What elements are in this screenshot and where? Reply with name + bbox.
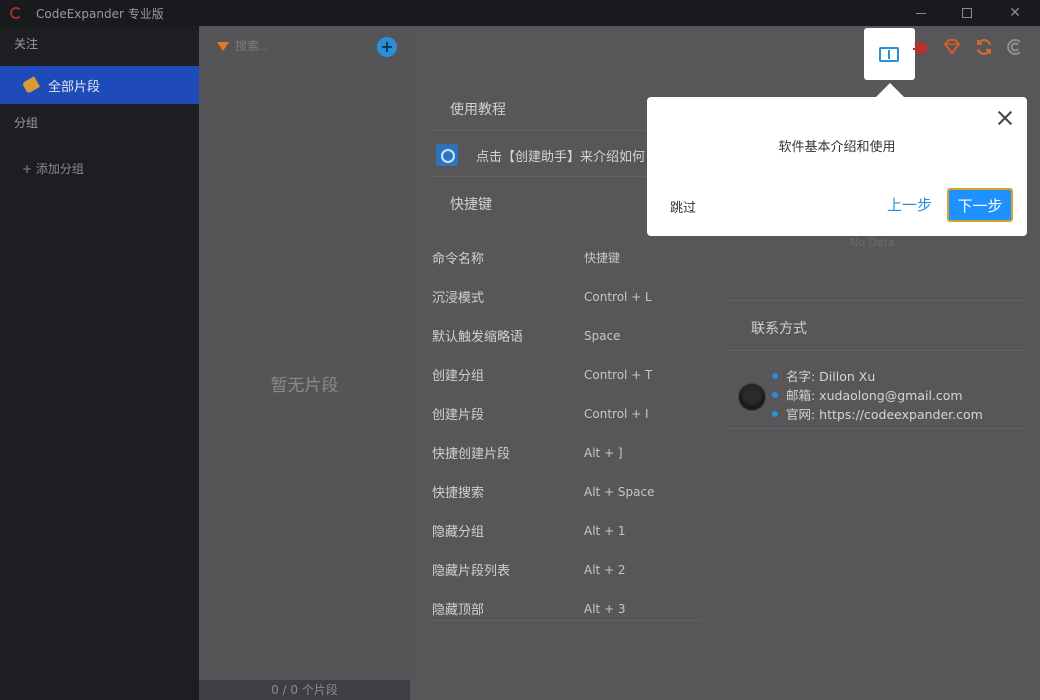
- contact-email: 邮箱: xudaolong@gmail.com: [772, 385, 1002, 404]
- contact-email-text: 邮箱: xudaolong@gmail.com: [786, 388, 963, 403]
- tutorial-section-title: 使用教程: [450, 102, 506, 118]
- sidebar-item-label: 全部片段: [48, 79, 101, 95]
- hotkey-row: 隐藏分组 Alt + 1: [432, 511, 702, 550]
- add-snippet-button[interactable]: +: [377, 37, 397, 57]
- maximize-icon: [962, 8, 972, 18]
- hotkey-name: 沉浸模式: [432, 291, 485, 306]
- avatar: [738, 383, 766, 411]
- minimize-button[interactable]: [898, 0, 944, 26]
- hotkey-name: 快捷搜索: [432, 486, 485, 501]
- tutorial-item-text: 点击【创建助手】来介绍如何: [476, 149, 646, 165]
- hotkeys-table: 命令名称 快捷键 沉浸模式 Control + L 默认触发缩略语 Space 创建…: [432, 238, 702, 628]
- follow-section-label: 关注: [14, 37, 39, 51]
- hotkey-name: 创建分组: [432, 369, 485, 384]
- close-popup-icon[interactable]: [996, 109, 1014, 127]
- hotkey-key: Control + L: [584, 289, 652, 304]
- hotkey-key: Control + T: [584, 367, 653, 382]
- hotkey-row: 快捷创建片段 Alt + ]: [432, 433, 702, 472]
- title-bar: CodeExpander 专业版 ✕: [0, 0, 1040, 26]
- hotkey-key: Alt + 1: [584, 523, 626, 538]
- close-icon: ✕: [1009, 5, 1021, 21]
- hotkey-key: Control + I: [584, 406, 649, 421]
- divider: [728, 300, 1024, 301]
- hotkey-key: Alt + Space: [584, 484, 655, 499]
- gem-icon[interactable]: [941, 36, 963, 58]
- hotkeys-section-title: 快捷键: [450, 197, 492, 213]
- bullet-icon: [772, 391, 778, 398]
- group-section-label: 分组: [14, 116, 39, 130]
- hotkey-name: 隐藏片段列表: [432, 564, 511, 579]
- hotkey-key: Alt + ]: [584, 445, 623, 460]
- tutorial-highlight[interactable]: [864, 28, 915, 80]
- hotkey-name: 隐藏分组: [432, 525, 485, 540]
- hotkey-key: Space: [584, 328, 621, 343]
- tag-icon: [21, 76, 41, 94]
- tutorial-item[interactable]: 点击【创建助手】来介绍如何: [436, 144, 645, 166]
- copyright-icon[interactable]: [1004, 36, 1026, 58]
- hotkey-row: 隐藏片段列表 Alt + 2: [432, 550, 702, 589]
- book-icon: [879, 47, 899, 62]
- divider: [728, 350, 1024, 351]
- bullet-icon: [772, 372, 778, 379]
- contact-website[interactable]: 官网: https://codeexpander.com: [772, 404, 1002, 423]
- contact-lines: 名字: Dillon Xu 邮箱: xudaolong@gmail.com 官网…: [772, 366, 1002, 423]
- popup-arrow: [876, 83, 904, 97]
- sidebar: 关注 全部片段 分组 + 添加分组: [0, 26, 199, 700]
- hotkey-key: Alt + 2: [584, 562, 626, 577]
- hotkeys-header-row: 命令名称 快捷键: [432, 238, 702, 277]
- hotkey-name: 默认触发缩略语: [432, 330, 524, 345]
- skip-button[interactable]: 跳过: [670, 197, 696, 216]
- hotkey-header-name: 命令名称: [432, 252, 485, 267]
- app-logo-icon: [10, 7, 22, 19]
- hotkey-header-key: 快捷键: [584, 251, 621, 265]
- hotkey-row: 隐藏顶部 Alt + 3: [432, 589, 702, 628]
- maximize-button[interactable]: [944, 0, 990, 26]
- sidebar-item-all-snippets[interactable]: 全部片段: [0, 66, 199, 104]
- divider: [728, 428, 1024, 429]
- check-circle-icon: [436, 144, 458, 166]
- next-step-button[interactable]: 下一步: [947, 188, 1013, 222]
- sync-icon[interactable]: [973, 36, 995, 58]
- no-data-text: No Data: [850, 236, 895, 249]
- divider: [432, 620, 702, 621]
- hotkey-name: 快捷创建片段: [432, 447, 511, 462]
- tour-popup-text: 软件基本介绍和使用: [778, 140, 896, 155]
- contact-name: 名字: Dillon Xu: [772, 366, 1002, 385]
- search-box: +: [207, 34, 403, 58]
- contact-section-title: 联系方式: [751, 321, 807, 337]
- toolbar-icons: [410, 28, 1040, 80]
- previous-step-button[interactable]: 上一步: [887, 194, 932, 215]
- snippet-count-footer: 0 / 0 个片段: [199, 680, 410, 700]
- minimize-icon: [916, 12, 926, 14]
- bug-icon[interactable]: [910, 36, 932, 58]
- hotkey-row: 默认触发缩略语 Space: [432, 316, 702, 355]
- hotkey-row: 创建分组 Control + T: [432, 355, 702, 394]
- add-group-button[interactable]: + 添加分组: [22, 160, 84, 177]
- snippet-list-panel: + 暂无片段 0 / 0 个片段: [199, 26, 410, 700]
- hotkey-row: 快捷搜索 Alt + Space: [432, 472, 702, 511]
- tour-popup: 软件基本介绍和使用 跳过 上一步 下一步: [647, 97, 1027, 236]
- close-window-button[interactable]: ✕: [992, 0, 1038, 26]
- filter-icon[interactable]: [217, 41, 229, 51]
- contact-name-text: 名字: Dillon Xu: [786, 369, 876, 384]
- search-input[interactable]: [235, 39, 375, 53]
- hotkey-row: 创建片段 Control + I: [432, 394, 702, 433]
- hotkey-key: Alt + 3: [584, 601, 626, 616]
- contact-website-text: 官网: https://codeexpander.com: [786, 407, 983, 422]
- hotkey-name: 隐藏顶部: [432, 603, 485, 618]
- empty-list-text: 暂无片段: [270, 376, 339, 396]
- hotkey-row: 沉浸模式 Control + L: [432, 277, 702, 316]
- bullet-icon: [772, 410, 778, 417]
- hotkey-name: 创建片段: [432, 408, 485, 423]
- app-title: CodeExpander 专业版: [36, 6, 164, 21]
